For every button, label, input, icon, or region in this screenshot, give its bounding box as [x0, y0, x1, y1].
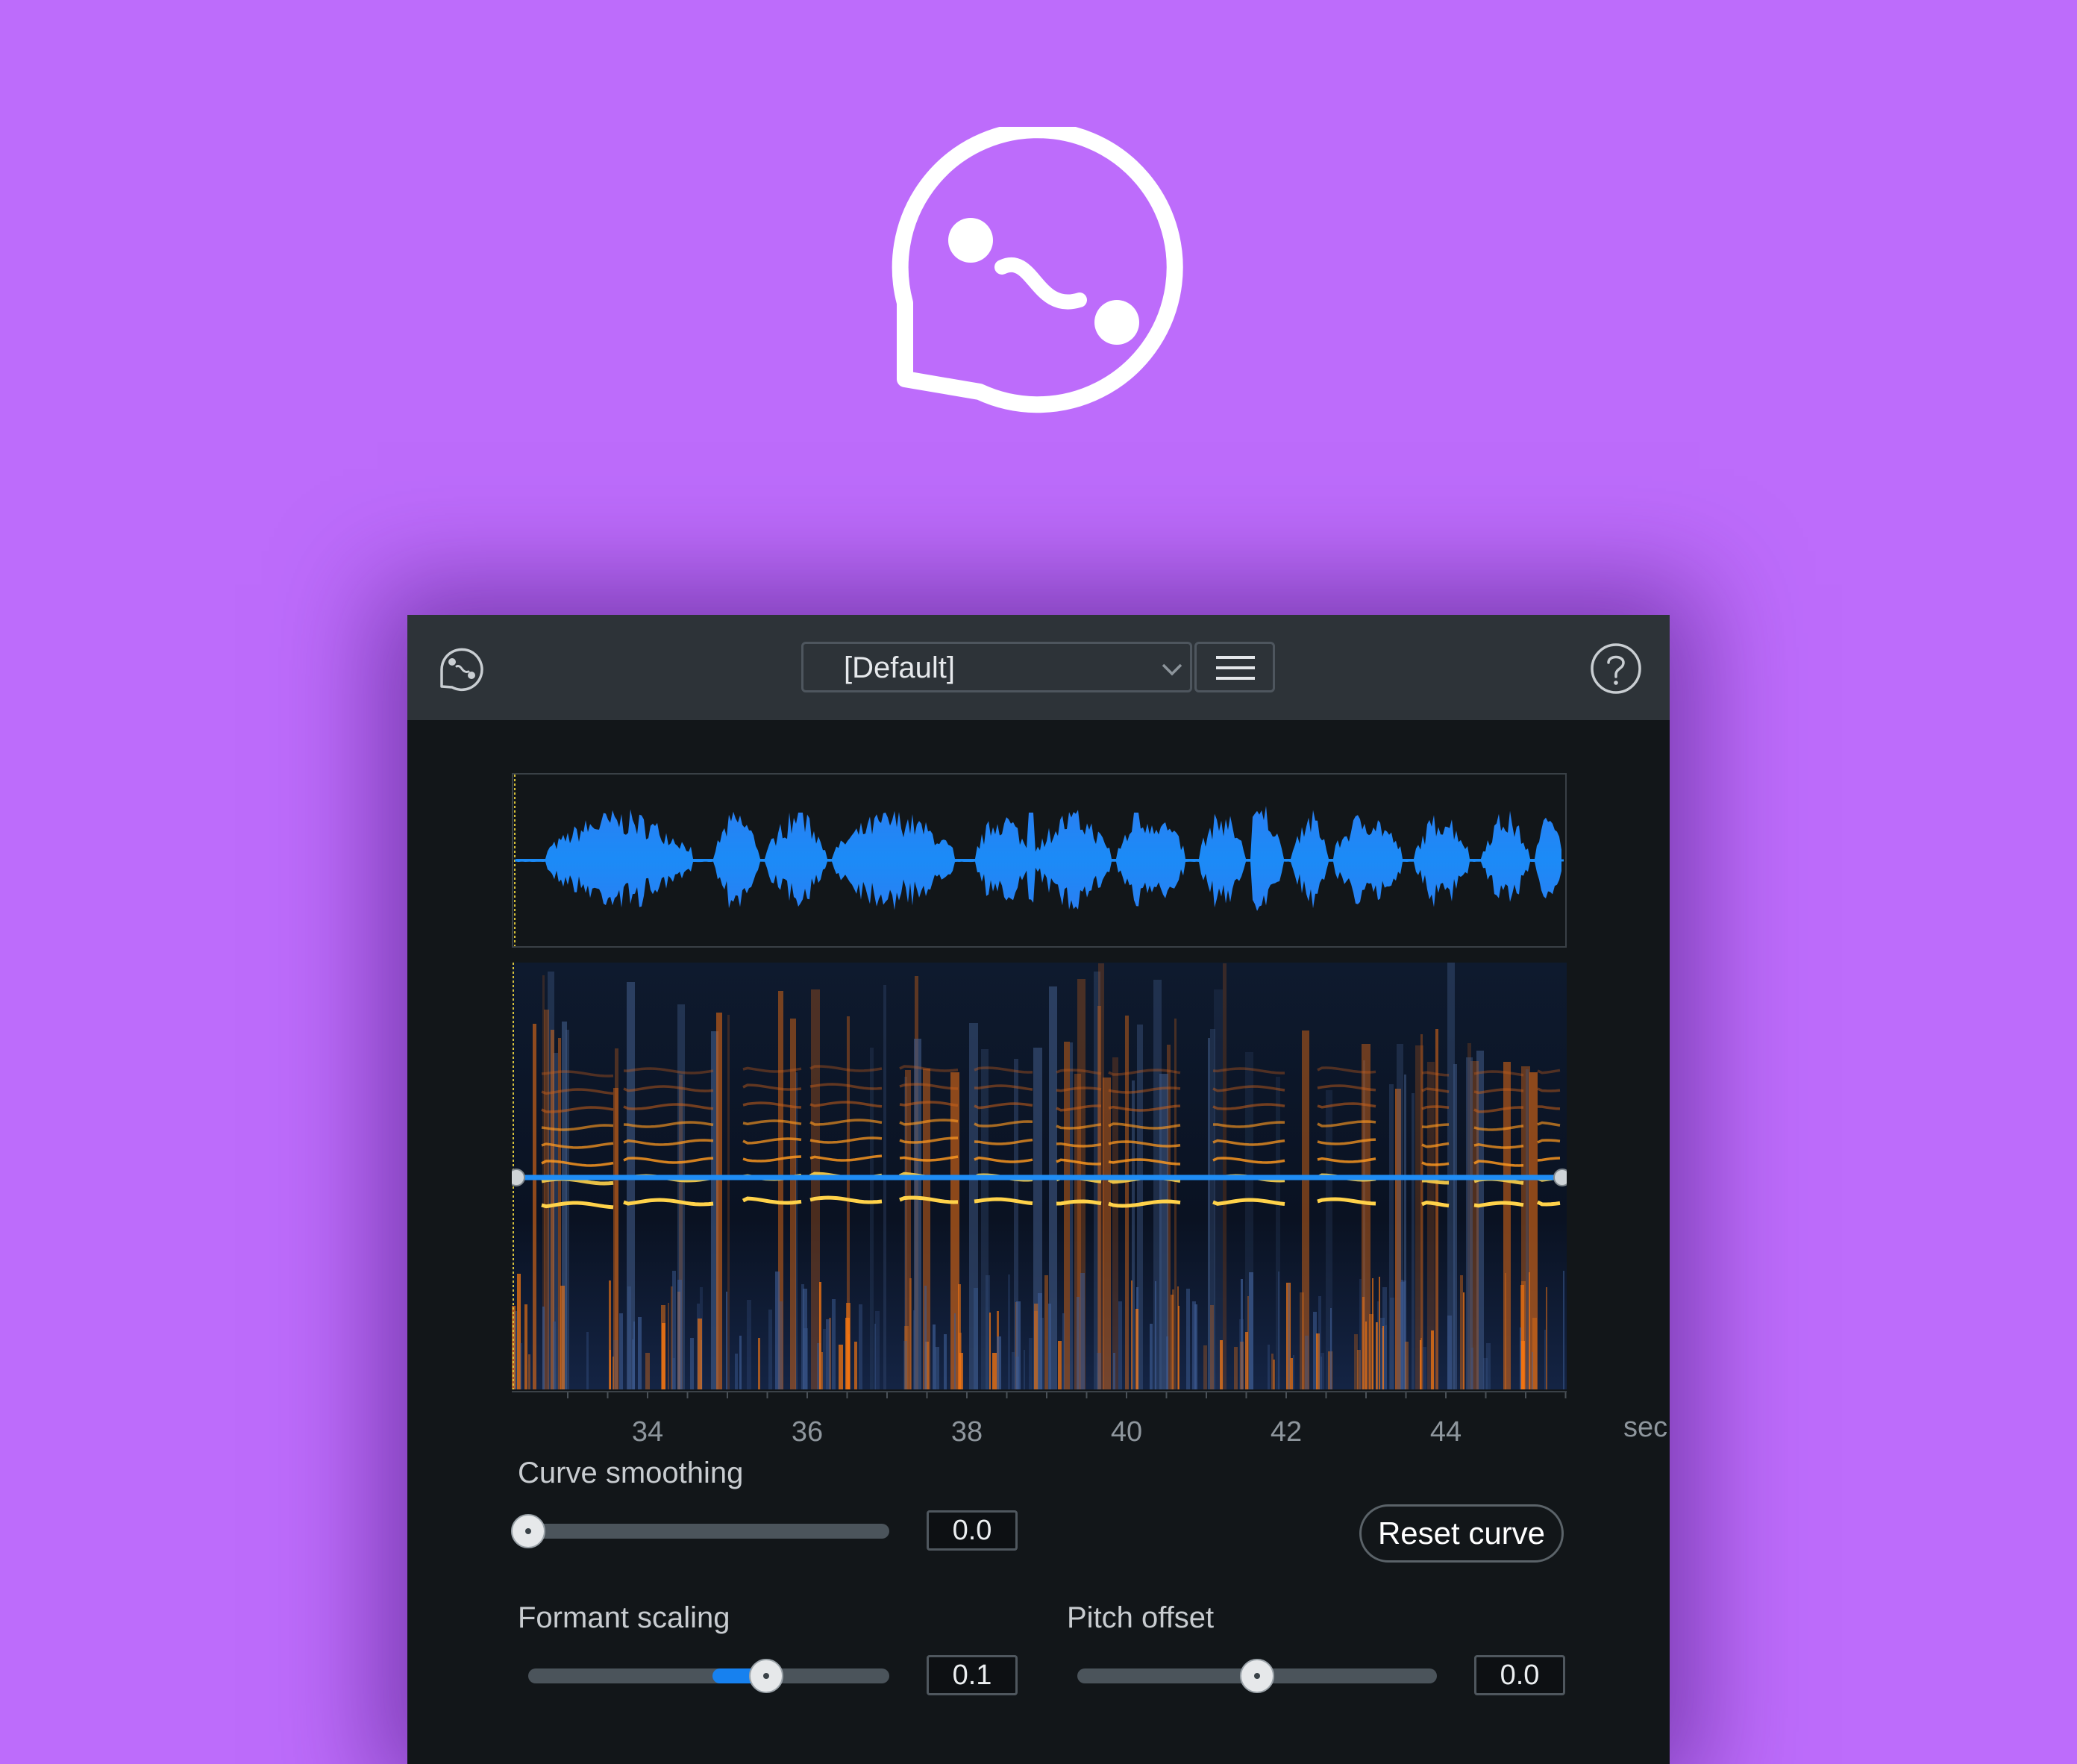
preset-dropdown[interactable]: [Default]	[801, 642, 1192, 692]
formant-scaling-knob[interactable]	[749, 1659, 784, 1693]
curve-smoothing-knob[interactable]	[511, 1514, 545, 1548]
time-tick: 40	[1110, 1416, 1143, 1448]
waveform-overview[interactable]	[512, 773, 1567, 948]
plugin-header: [Default]	[407, 615, 1670, 720]
curve-smoothing-label: Curve smoothing	[518, 1457, 744, 1489]
dialogue-contour-logo-icon[interactable]	[436, 643, 486, 694]
curve-smoothing-value[interactable]: 0.0	[927, 1510, 1018, 1551]
formant-scaling-track[interactable]	[528, 1668, 889, 1683]
hamburger-menu-icon	[1216, 656, 1255, 680]
time-tick: 38	[950, 1416, 983, 1448]
time-tick: 34	[631, 1416, 664, 1448]
spectrogram-display	[512, 963, 1567, 1389]
time-tick: 36	[791, 1416, 824, 1448]
time-unit-label: sec	[1623, 1412, 1668, 1443]
pitch-offset-label: Pitch offset	[1067, 1601, 1215, 1634]
time-axis: 34 36 38 40 42 44 sec	[512, 1391, 1667, 1458]
reset-curve-button[interactable]: Reset curve	[1359, 1504, 1564, 1563]
time-tick: 44	[1429, 1416, 1462, 1448]
curve-smoothing-track[interactable]	[519, 1524, 889, 1539]
pitch-offset-knob[interactable]	[1240, 1659, 1274, 1693]
preset-value: [Default]	[844, 651, 955, 684]
preset-menu-button[interactable]	[1194, 642, 1275, 692]
curve-end-handle[interactable]	[1553, 1169, 1567, 1186]
pitch-offset-value[interactable]: 0.0	[1474, 1655, 1565, 1695]
waveform-shape	[516, 806, 1561, 911]
question-circle-icon[interactable]	[1589, 642, 1643, 695]
chevron-down-icon	[1162, 663, 1182, 676]
time-tick: 42	[1270, 1416, 1303, 1448]
curve-start-handle[interactable]	[512, 1169, 525, 1186]
dialogue-contour-logo-icon	[892, 127, 1183, 413]
formant-scaling-label: Formant scaling	[518, 1601, 730, 1634]
waveform-display	[514, 775, 1564, 946]
formant-scaling-value[interactable]: 0.1	[927, 1655, 1018, 1695]
plugin-window: [Default] 34 36 38 40 42 44 sec Curve sm…	[407, 615, 1670, 1764]
spectrogram-view[interactable]	[512, 963, 1567, 1389]
